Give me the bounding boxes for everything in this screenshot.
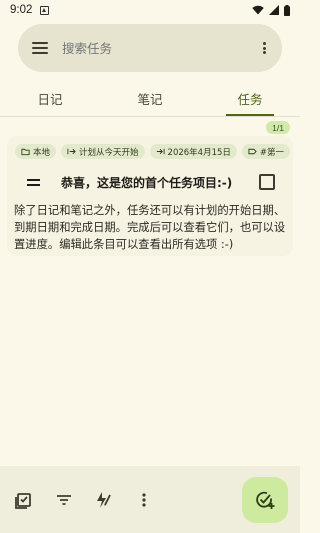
add-task-icon <box>256 491 275 509</box>
add-task-fab[interactable] <box>242 477 288 523</box>
page-indicator: 1/1 <box>266 121 290 134</box>
folder-icon <box>21 148 30 156</box>
battery-icon <box>284 4 290 16</box>
tab-bar: 日记 笔记 任务 <box>0 80 300 116</box>
task-row: 恭喜，这是您的首个任务项目:-) <box>7 170 293 194</box>
task-description: 除了日记和笔记之外，任务还可以有计划的开始日期、到期日期和完成日期。完成后可以查… <box>14 204 286 251</box>
tab-journal[interactable]: 日记 <box>0 80 100 116</box>
more-vert-icon[interactable] <box>134 490 154 510</box>
search-bar[interactable] <box>18 24 282 72</box>
chip-tag[interactable]: #第一 <box>241 144 291 159</box>
due-icon <box>156 148 165 155</box>
notification-icon <box>40 5 50 15</box>
drag-handle-icon[interactable] <box>27 178 40 186</box>
status-time: 9:02 <box>10 4 33 16</box>
more-vert-icon[interactable] <box>256 40 272 56</box>
task-complete-checkbox[interactable] <box>259 174 275 190</box>
quick-add-icon[interactable] <box>94 490 114 510</box>
task-chips: 本地 计划从今天开始 2026年4月15日 #第一 <box>15 144 291 159</box>
status-icons <box>252 4 290 16</box>
chip-label: #第一 <box>259 147 285 158</box>
checklist-icon[interactable] <box>14 490 34 510</box>
status-bar: 9:02 <box>0 0 300 20</box>
chip-due-date[interactable]: 2026年4月15日 <box>149 144 237 159</box>
signal-icon <box>269 5 279 15</box>
tab-tasks[interactable]: 任务 <box>200 80 300 116</box>
menu-icon[interactable] <box>32 42 48 54</box>
tab-notes[interactable]: 笔记 <box>100 80 200 116</box>
chip-label: 2026年4月15日 <box>167 147 231 158</box>
search-input[interactable] <box>62 40 256 56</box>
chip-label: 本地 <box>33 147 51 158</box>
chip-start-date[interactable]: 计划从今天开始 <box>61 144 145 159</box>
task-title: 恭喜，这是您的首个任务项目:-) <box>61 175 233 190</box>
tab-divider <box>0 116 300 117</box>
chip-collection[interactable]: 本地 <box>15 144 57 159</box>
start-icon <box>67 148 76 155</box>
wifi-icon <box>252 5 264 15</box>
filter-icon[interactable] <box>54 490 74 510</box>
task-card[interactable]: 本地 计划从今天开始 2026年4月15日 #第一 恭喜，这是您的首个任务项目:… <box>7 136 293 256</box>
chip-label: 计划从今天开始 <box>79 147 139 158</box>
tag-icon <box>248 148 257 155</box>
